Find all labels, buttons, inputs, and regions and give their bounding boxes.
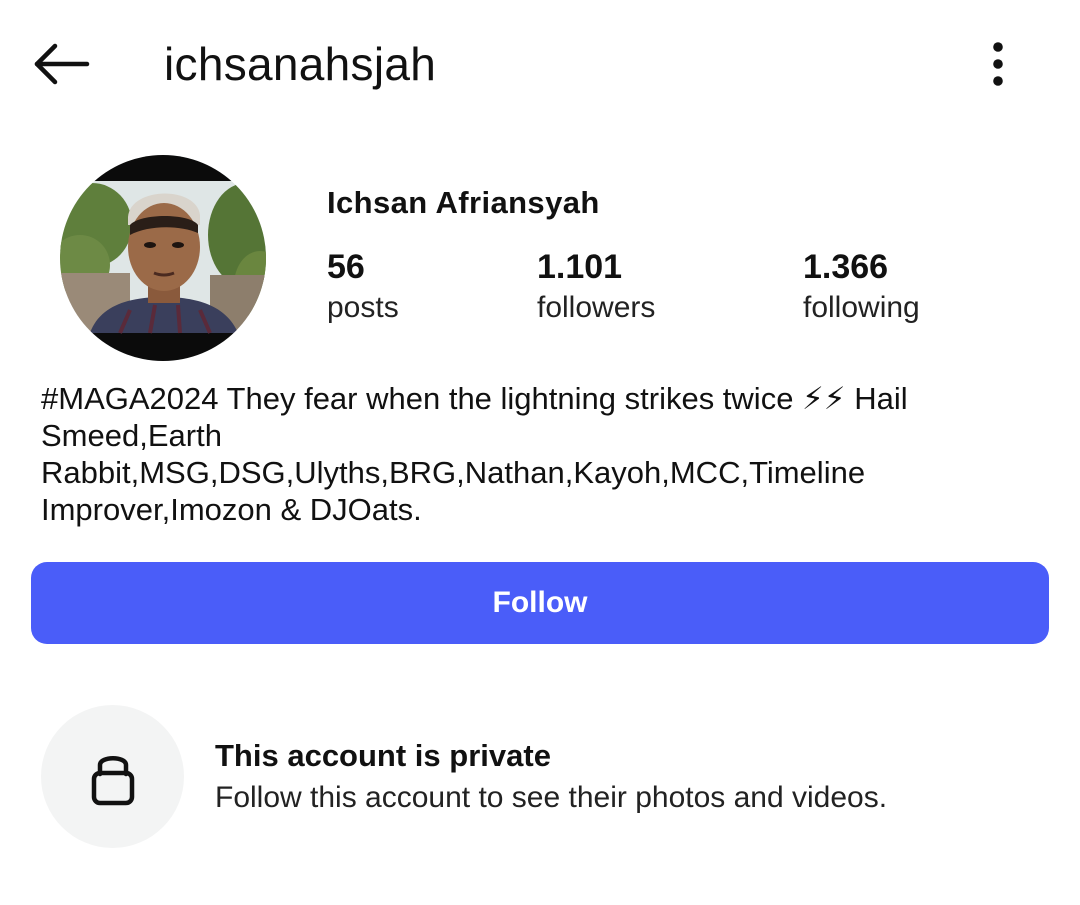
follow-button[interactable]: Follow	[31, 562, 1049, 644]
lock-icon-container	[41, 705, 184, 848]
display-name: Ichsan Afriansyah	[327, 185, 600, 220]
more-options-button[interactable]	[974, 36, 1022, 92]
avatar[interactable]	[60, 155, 266, 361]
arrow-left-icon	[34, 43, 90, 85]
profile-bio: #MAGA2024 They fear when the lightning s…	[41, 381, 908, 527]
more-vertical-icon	[993, 42, 1003, 86]
following-count[interactable]: 1.366 following	[803, 246, 920, 328]
following-label: following	[803, 291, 920, 324]
posts-value: 56	[327, 248, 365, 286]
followers-count[interactable]: 1.101 followers	[537, 246, 655, 328]
posts-label: posts	[327, 291, 399, 324]
lock-icon	[91, 755, 134, 805]
private-account-title: This account is private	[215, 738, 551, 773]
top-bar: ichsanahsjah	[0, 0, 1080, 130]
posts-count[interactable]: 56 posts	[327, 246, 399, 328]
profile-username: ichsanahsjah	[164, 38, 437, 90]
back-button[interactable]	[28, 34, 94, 94]
following-value: 1.366	[803, 248, 889, 286]
followers-value: 1.101	[537, 248, 623, 286]
followers-label: followers	[537, 291, 656, 324]
private-account-subtitle: Follow this account to see their photos …	[215, 781, 888, 814]
